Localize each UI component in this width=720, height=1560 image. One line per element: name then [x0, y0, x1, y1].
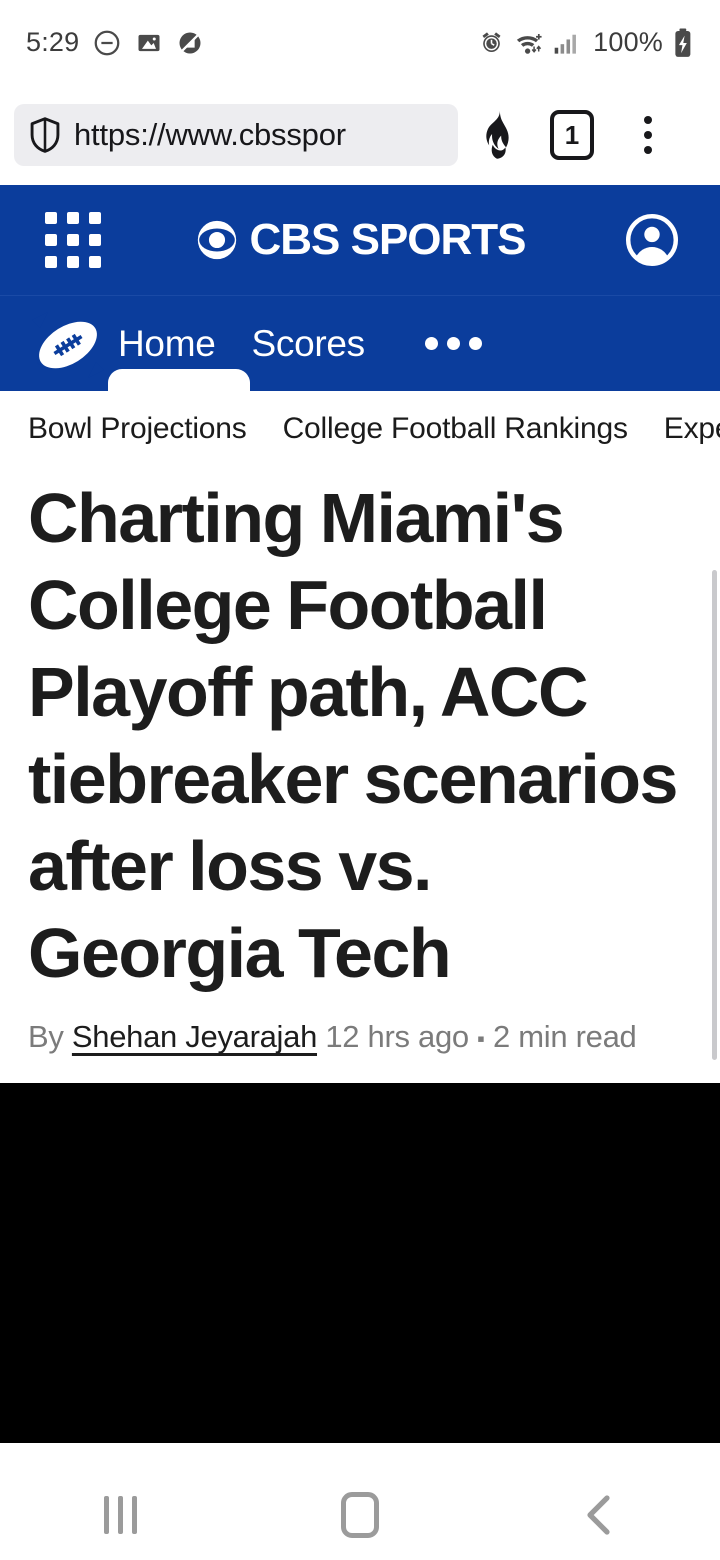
- sub-nav-item-expert-picks[interactable]: Expe: [664, 412, 720, 446]
- page-scrollbar[interactable]: [712, 570, 717, 1060]
- android-nav-bar: [0, 1470, 720, 1560]
- section-nav-item-scores[interactable]: Scores: [252, 323, 366, 365]
- timestamp: 12 hrs ago: [325, 1019, 469, 1054]
- section-nav-item-home[interactable]: Home: [118, 323, 216, 365]
- image-icon: [135, 29, 163, 57]
- grid-menu-icon[interactable]: [45, 212, 101, 268]
- url-bar[interactable]: https://www.cbsspor: [14, 104, 458, 166]
- status-bar: 5:29 100%: [0, 0, 720, 85]
- more-horizontal-icon[interactable]: [424, 337, 482, 350]
- phone-screen: 5:29 100% https://www.cbsspor 1 CBS SPOR…: [0, 0, 720, 1560]
- browser-menu-button[interactable]: [610, 97, 686, 173]
- read-time: 2 min read: [493, 1019, 637, 1054]
- section-nav-items: Home Scores: [118, 323, 482, 365]
- cbs-eye-icon: [194, 217, 240, 263]
- recents-icon: [103, 1496, 137, 1534]
- home-button[interactable]: [300, 1470, 420, 1560]
- status-bar-right: 100%: [478, 27, 694, 58]
- browser-toolbar: https://www.cbsspor 1: [0, 85, 720, 185]
- sub-nav-item-bowl-projections[interactable]: Bowl Projections: [28, 412, 247, 446]
- flame-icon[interactable]: [458, 97, 534, 173]
- sub-nav: Bowl Projections College Football Rankin…: [0, 391, 720, 467]
- article-header: Charting Miami's College Football Playof…: [0, 467, 720, 1055]
- account-icon[interactable]: [624, 212, 680, 268]
- wifi-icon: [514, 29, 544, 57]
- author-link[interactable]: Shehan Jeyarajah: [72, 1019, 317, 1054]
- battery-charging-icon: [672, 28, 694, 58]
- home-icon: [341, 1492, 379, 1538]
- status-bar-left: 5:29: [26, 27, 204, 58]
- tab-counter-button[interactable]: 1: [534, 97, 610, 173]
- shield-icon[interactable]: [28, 116, 62, 154]
- recents-button[interactable]: [60, 1470, 180, 1560]
- url-text[interactable]: https://www.cbsspor: [74, 117, 346, 153]
- byline-prefix: By: [28, 1019, 64, 1054]
- battery-percent: 100%: [593, 27, 663, 57]
- video-player-placeholder[interactable]: [0, 1083, 720, 1443]
- page-title: Charting Miami's College Football Playof…: [28, 479, 678, 992]
- kebab-menu-icon: [644, 116, 652, 154]
- tab-count: 1: [550, 110, 594, 160]
- cellular-signal-icon: [553, 30, 580, 56]
- byline-separator: ▪: [477, 1025, 485, 1051]
- byline: By Shehan Jeyarajah 12 hrs ago ▪ 2 min r…: [28, 1019, 692, 1055]
- sub-nav-item-college-football-rankings[interactable]: College Football Rankings: [283, 412, 628, 446]
- site-header: CBS SPORTS: [0, 185, 720, 295]
- site-title: CBS SPORTS: [249, 215, 526, 264]
- section-nav: Home Scores: [0, 295, 720, 391]
- back-button[interactable]: [540, 1470, 660, 1560]
- alarm-icon: [478, 29, 505, 56]
- status-time: 5:29: [26, 27, 80, 57]
- mute-icon: [176, 29, 204, 57]
- do-not-disturb-icon: [92, 28, 122, 58]
- cbs-sports-logo[interactable]: CBS SPORTS: [194, 215, 527, 265]
- back-icon: [580, 1492, 620, 1538]
- active-tab-indicator: [108, 369, 250, 391]
- football-icon: [28, 308, 108, 387]
